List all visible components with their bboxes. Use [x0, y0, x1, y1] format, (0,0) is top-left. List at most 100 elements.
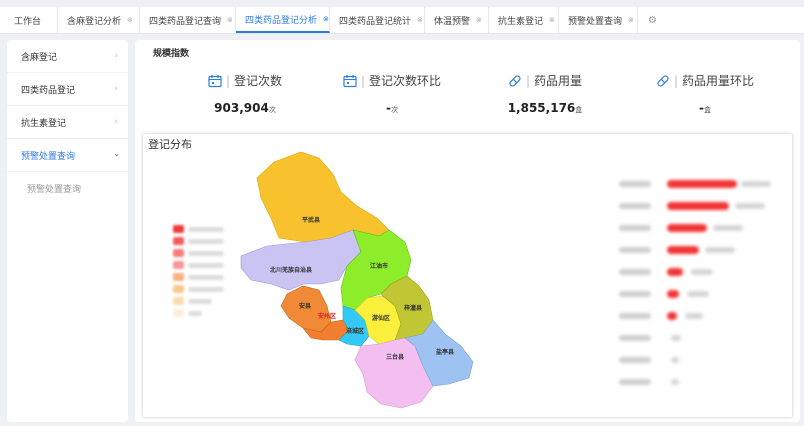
sidebar-item-warning-disposal[interactable]: 预警处置查询 ›	[7, 139, 128, 172]
ranking-name-placeholder	[619, 225, 651, 231]
close-icon[interactable]: ⊗	[628, 16, 634, 24]
ranking-row	[619, 244, 789, 256]
map-label-anzhou: 安州区	[318, 312, 336, 320]
metric-unit: 次	[268, 106, 276, 114]
close-icon[interactable]: ⊗	[417, 16, 423, 24]
map-label-fucheng: 涪城区	[346, 327, 364, 335]
main-panel: 规模指数 | 登记次数 903,904次 | 登记次数环比 -次 | 药品用量 …	[135, 40, 800, 422]
separator: |	[525, 73, 531, 88]
section-title: 规模指数	[153, 49, 190, 59]
ranking-value-placeholder	[705, 247, 735, 253]
ranking-name-placeholder	[619, 357, 651, 363]
metric-value-row: 903,904次	[170, 101, 320, 115]
tab-label: 四类药品登记统计	[339, 16, 412, 27]
close-icon[interactable]: ⊗	[227, 16, 233, 24]
tab-label: 抗生素登记	[498, 16, 544, 27]
map-label-youxian: 游仙区	[372, 314, 390, 322]
separator: |	[673, 73, 679, 88]
ranking-bar	[667, 180, 737, 188]
chevron-right-icon: ›	[114, 84, 118, 94]
map-label-beichuan: 北川羌族自治县	[270, 266, 312, 274]
ranking-name-placeholder	[619, 247, 651, 253]
metric-unit: 盒	[575, 106, 583, 114]
tab-four-drug-analysis[interactable]: 四类药品登记分析 ⊗	[236, 7, 330, 33]
ranking-value-placeholder	[713, 225, 743, 231]
chevron-right-icon: ›	[114, 51, 118, 61]
sidebar-item-hanma[interactable]: 含麻登记 ›	[7, 40, 128, 73]
metric-registration-count: | 登记次数 903,904次	[170, 72, 320, 115]
tab-bar: 工作台 含麻登记分析 ⊗ 四类药品登记查询 ⊗ 四类药品登记分析 ⊗ 四类药品登记统计…	[0, 7, 804, 34]
tab-workbench[interactable]: 工作台	[0, 7, 58, 33]
ranking-value-placeholder	[741, 181, 771, 187]
separator: |	[360, 73, 366, 88]
tab-temperature-warning[interactable]: 体温预警 ⊗	[425, 7, 489, 33]
sidebar-item-label: 四类药品登记	[21, 85, 76, 96]
gear-icon[interactable]: ⚙	[638, 7, 667, 33]
ranking-name-placeholder	[619, 379, 651, 385]
ranking-bar	[667, 202, 729, 210]
calendar-icon	[208, 74, 222, 87]
ranking-bar	[667, 224, 707, 232]
ranking-name-placeholder	[619, 291, 651, 297]
tab-four-drug-stats[interactable]: 四类药品登记统计 ⊗	[330, 7, 425, 33]
sidebar-item-label: 含麻登记	[21, 52, 58, 63]
metric-drug-usage: | 药品用量 1,855,176盒	[470, 72, 620, 116]
ranking-bar	[667, 246, 699, 254]
pill-icon	[657, 74, 669, 87]
sidebar-subitem-warning-query[interactable]: 预警处置查询	[7, 172, 128, 204]
sidebar-subitem-label: 预警处置查询	[27, 184, 82, 195]
ranking-value-placeholder	[685, 313, 703, 319]
tab-hanma-analysis[interactable]: 含麻登记分析 ⊗	[58, 7, 140, 33]
ranking-bar	[667, 290, 679, 298]
metric-label: 登记次数	[234, 74, 283, 88]
ranking-value-placeholder	[687, 291, 709, 297]
ranking-row	[619, 200, 789, 212]
map-label-pingwu: 平武县	[302, 216, 320, 224]
map-region-pingwu[interactable]	[256, 151, 390, 243]
ranking-name-placeholder	[619, 181, 651, 187]
calendar-icon	[343, 74, 357, 87]
metric-label: 药品用量环比	[682, 74, 755, 88]
ranking-bar	[667, 268, 683, 276]
chevron-down-icon: ›	[111, 153, 122, 157]
ranking-value-placeholder	[735, 203, 765, 209]
ranking-name-placeholder	[619, 203, 651, 209]
map-label-anxian: 安县	[299, 302, 311, 310]
tab-warning-disposal[interactable]: 预警处置查询 ⊗	[559, 7, 638, 33]
metric-registration-mom: | 登记次数环比 -次	[317, 72, 467, 115]
tab-label: 四类药品登记查询	[149, 16, 222, 27]
metric-drug-usage-mom: | 药品用量环比 -盒	[630, 72, 780, 115]
metric-label: 登记次数环比	[369, 74, 442, 88]
tab-antibiotic[interactable]: 抗生素登记 ⊗	[489, 7, 559, 33]
metric-value: 1,855,176	[507, 101, 576, 115]
close-icon[interactable]: ⊗	[127, 16, 133, 24]
ranking-row	[619, 332, 789, 344]
ranking-value-placeholder	[671, 357, 679, 363]
sidebar-item-antibiotic[interactable]: 抗生素登记 ›	[7, 106, 128, 139]
map-label-jiangyou: 江油市	[370, 262, 388, 270]
ranking-value-placeholder	[671, 335, 681, 341]
close-icon[interactable]: ⊗	[549, 16, 555, 24]
ranking-name-placeholder	[619, 313, 651, 319]
close-icon[interactable]: ⊗	[476, 16, 482, 24]
ranking-name-placeholder	[619, 335, 651, 341]
ranking-name-placeholder	[619, 269, 651, 275]
ranking-value-placeholder	[691, 269, 713, 275]
sidebar-item-four-drug[interactable]: 四类药品登记 ›	[7, 73, 128, 106]
close-icon[interactable]: ⊗	[323, 15, 329, 23]
chevron-right-icon: ›	[114, 117, 118, 127]
ranking-value-placeholder	[671, 379, 679, 385]
metric-label: 药品用量	[534, 74, 583, 88]
ranking-row	[619, 222, 789, 234]
tab-four-drug-query[interactable]: 四类药品登记查询 ⊗	[140, 7, 236, 33]
tab-label: 体温预警	[434, 16, 471, 27]
ranking-row	[619, 288, 789, 300]
tab-label: 预警处置查询	[568, 16, 623, 27]
pill-icon	[509, 74, 521, 87]
sidebar-item-label: 抗生素登记	[21, 118, 67, 129]
ranking-row	[619, 266, 789, 278]
metric-unit: 盒	[703, 106, 711, 114]
metric-value-row: -次	[317, 101, 467, 115]
map-label-zitong: 梓潼县	[404, 304, 422, 312]
ranking-row	[619, 354, 789, 366]
